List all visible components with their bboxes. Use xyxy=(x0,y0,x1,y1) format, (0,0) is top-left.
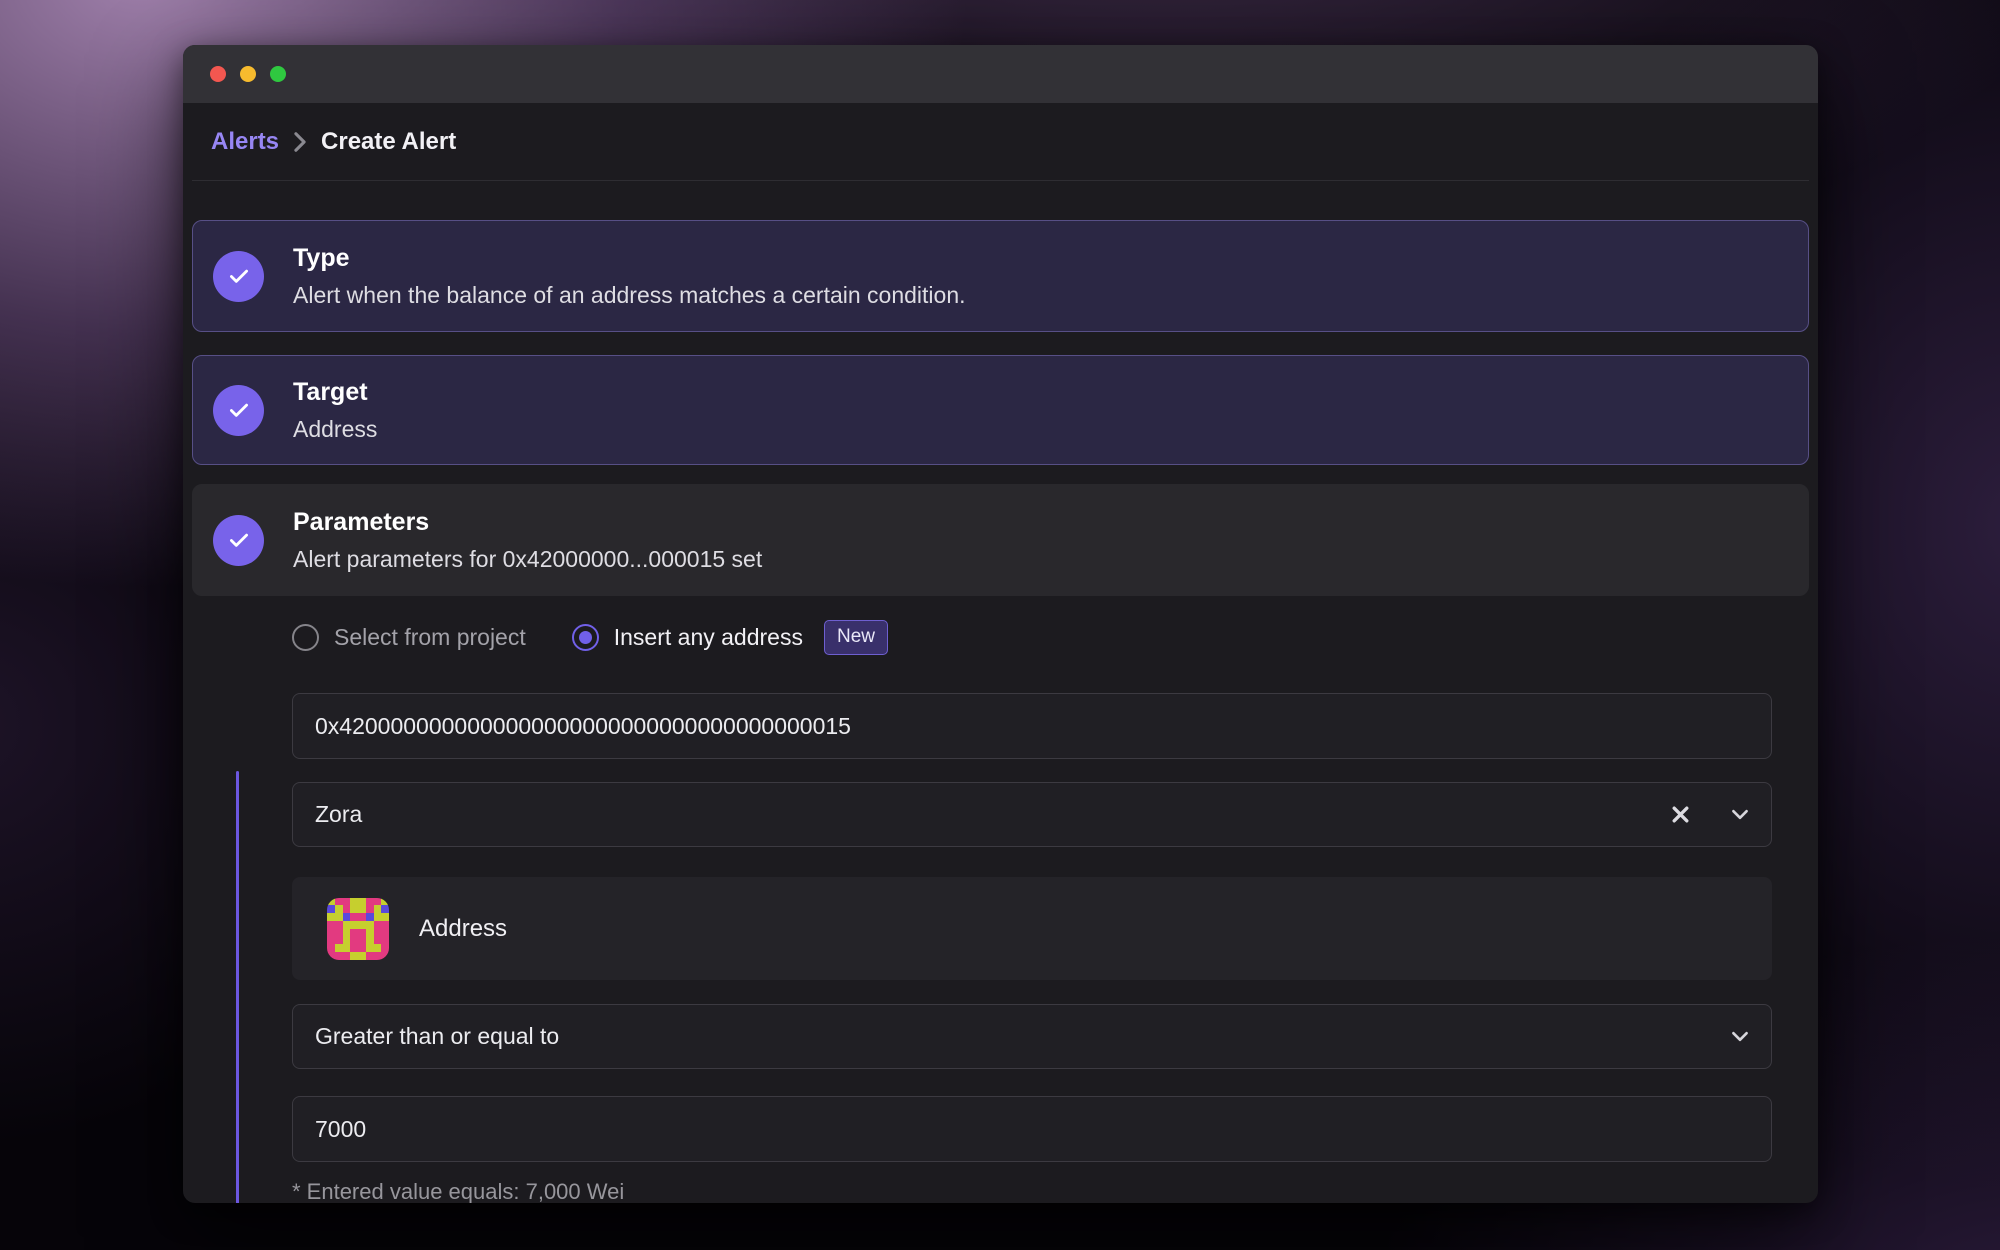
radio-insert-any-address[interactable]: Insert any address xyxy=(572,624,803,651)
step-title-parameters: Parameters xyxy=(293,508,762,537)
step-card-target[interactable]: Target Address xyxy=(192,355,1809,465)
titlebar xyxy=(183,45,1818,103)
chevron-right-icon xyxy=(293,131,307,153)
step-subtitle-target: Address xyxy=(293,416,377,443)
value-helper-text: * Entered value equals: 7,000 Wei xyxy=(292,1179,1772,1203)
page-title: Create Alert xyxy=(321,128,456,156)
address-identicon xyxy=(327,898,389,960)
parameters-form: Select from project Insert any address N… xyxy=(292,620,1772,1203)
threshold-value-input[interactable] xyxy=(292,1096,1772,1162)
radio-off-icon xyxy=(292,624,319,651)
address-preview-label: Address xyxy=(419,915,507,943)
chevron-down-icon[interactable] xyxy=(1731,1031,1749,1042)
breadcrumb: Alerts Create Alert xyxy=(192,103,1809,181)
condition-select[interactable]: Greater than or equal to xyxy=(292,1004,1772,1069)
breadcrumb-alerts-link[interactable]: Alerts xyxy=(211,128,279,156)
condition-select-value: Greater than or equal to xyxy=(315,1023,559,1050)
content-area: Type Alert when the balance of an addres… xyxy=(183,220,1818,1203)
step-connector-line xyxy=(236,771,239,1203)
radio-label: Insert any address xyxy=(614,624,803,651)
step-subtitle-type: Alert when the balance of an address mat… xyxy=(293,282,966,309)
step-card-type[interactable]: Type Alert when the balance of an addres… xyxy=(192,220,1809,332)
radio-on-icon xyxy=(572,624,599,651)
traffic-lights xyxy=(210,66,286,82)
step-title-target: Target xyxy=(293,378,377,407)
radio-select-from-project[interactable]: Select from project xyxy=(292,624,526,651)
zoom-window-button[interactable] xyxy=(270,66,286,82)
step-complete-check-icon xyxy=(213,385,264,436)
step-complete-check-icon xyxy=(213,251,264,302)
new-badge: New xyxy=(824,620,888,655)
step-card-parameters[interactable]: Parameters Alert parameters for 0x420000… xyxy=(192,484,1809,596)
step-complete-check-icon xyxy=(213,515,264,566)
address-preview-card: Address xyxy=(292,877,1772,980)
clear-icon[interactable] xyxy=(1670,804,1691,825)
radio-label: Select from project xyxy=(334,624,526,651)
close-window-button[interactable] xyxy=(210,66,226,82)
create-alert-window: Alerts Create Alert Type Alert when the … xyxy=(183,45,1818,1203)
network-select-value: Zora xyxy=(315,801,362,828)
step-title-type: Type xyxy=(293,244,966,273)
address-source-radio-group: Select from project Insert any address N… xyxy=(292,620,1772,655)
minimize-window-button[interactable] xyxy=(240,66,256,82)
step-subtitle-parameters: Alert parameters for 0x42000000...000015… xyxy=(293,546,762,573)
chevron-down-icon[interactable] xyxy=(1731,809,1749,820)
address-input[interactable] xyxy=(292,693,1772,759)
network-select[interactable]: Zora xyxy=(292,782,1772,847)
